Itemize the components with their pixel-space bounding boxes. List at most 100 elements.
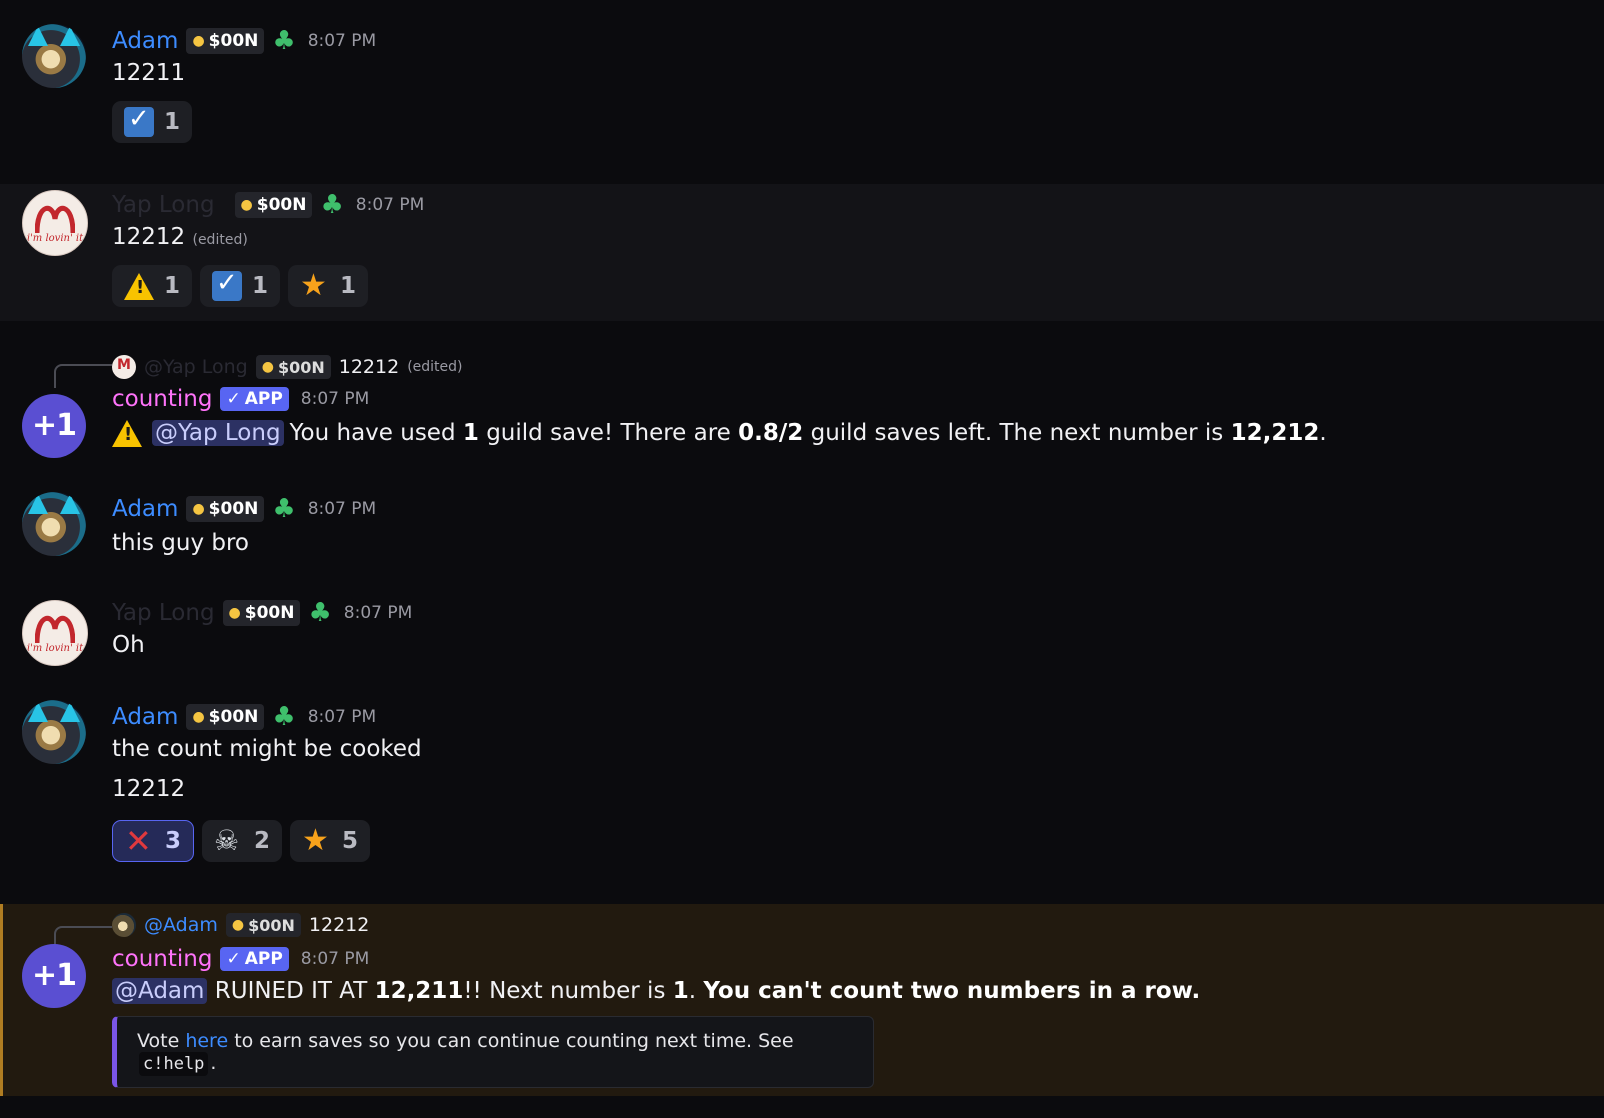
- reply-preview[interactable]: @Yap Long ●$00N 12212 (edited): [112, 354, 463, 380]
- author-name[interactable]: Adam: [112, 496, 178, 522]
- cat-icon: ●: [192, 501, 205, 517]
- warning-icon: [112, 418, 146, 448]
- text-b: !! Next number is: [463, 978, 673, 1004]
- reactions: 1 1 ★1: [112, 265, 369, 307]
- reactions: ✕ 3 ☠ 2 ★ 5: [112, 820, 371, 862]
- timestamp[interactable]: 8:07 PM: [308, 499, 377, 519]
- reply-avatar: [112, 355, 136, 379]
- reaction-warning[interactable]: 1: [112, 265, 193, 307]
- avatar-yap-long[interactable]: i'm lovin' it: [22, 190, 88, 256]
- reply-text: 12212: [338, 356, 400, 378]
- message-adam-3: Adam ● $00N ♣ 8:07 PM the count might be …: [0, 692, 1604, 872]
- reply-connector: [54, 364, 112, 388]
- message-text: the count might be cooked: [112, 736, 422, 762]
- clover-icon[interactable]: ♣: [320, 192, 343, 218]
- timestamp[interactable]: 8:07 PM: [308, 31, 377, 51]
- server-tag: ● $00N: [225, 913, 301, 937]
- bold-c: You can't count two numbers in a row.: [703, 978, 1201, 1004]
- cat-icon: ●: [240, 197, 253, 213]
- avatar-adam[interactable]: [22, 700, 86, 764]
- message-adam-2: Adam ● $00N ♣ 8:07 PM this guy bro: [0, 484, 1604, 580]
- app-badge: ✓ APP: [220, 387, 289, 411]
- author-name[interactable]: Yap Long: [112, 600, 215, 626]
- server-tag: ● $00N: [255, 355, 331, 379]
- message-text: 12212: [112, 224, 186, 250]
- message-text-row: @Yap Long You have used 1 guild save! Th…: [112, 418, 1327, 448]
- logo-caption-icon: i'm lovin' it: [26, 643, 84, 654]
- star-icon: ★: [302, 823, 329, 858]
- embed-middle: to earn saves so you can continue counti…: [228, 1030, 794, 1052]
- timestamp[interactable]: 8:07 PM: [308, 707, 377, 727]
- embed-suffix: .: [210, 1052, 217, 1074]
- clover-icon[interactable]: ♣: [272, 28, 295, 54]
- reaction-check[interactable]: 1: [200, 265, 281, 307]
- reply-author[interactable]: @Yap Long: [144, 356, 248, 378]
- timestamp[interactable]: 8:07 PM: [301, 389, 370, 409]
- bold-b: 1: [672, 978, 689, 1004]
- server-tag-label: $00N: [248, 915, 295, 935]
- text-d: .: [1319, 420, 1327, 446]
- message-adam-1: Adam ●$00N ♣ 8:07 PM 12211 1: [0, 0, 1604, 180]
- text-c: guild saves left. The next number is: [803, 420, 1231, 446]
- text-a: RUINED IT AT: [207, 978, 375, 1004]
- reaction-star[interactable]: ★ 5: [290, 820, 371, 862]
- clover-icon[interactable]: ♣: [272, 496, 295, 522]
- author-name[interactable]: counting: [112, 946, 212, 972]
- avatar-counting-bot[interactable]: +1: [22, 394, 86, 458]
- embed-card: Vote here to earn saves so you can conti…: [112, 1016, 874, 1088]
- reply-preview[interactable]: @Adam ● $00N 12212: [112, 912, 369, 938]
- timestamp[interactable]: 8:07 PM: [344, 603, 413, 623]
- avatar-adam[interactable]: [22, 24, 86, 88]
- reaction-cross[interactable]: ✕ 3: [112, 820, 195, 862]
- message-body: You have used 1 guild save! There are 0.…: [290, 420, 1327, 446]
- vote-link[interactable]: here: [185, 1030, 228, 1052]
- timestamp[interactable]: 8:07 PM: [301, 949, 370, 969]
- checkmark-icon: ✓: [226, 389, 241, 409]
- server-tag[interactable]: ● $00N: [186, 704, 265, 730]
- reaction-skull[interactable]: ☠ 2: [202, 820, 283, 862]
- message-text-row: 12212 (edited): [112, 224, 248, 250]
- message-header: Adam ● $00N ♣ 8:07 PM: [112, 702, 376, 732]
- message-counting-2: @Adam ● $00N 12212 +1 counting ✓ APP 8:07 …: [0, 904, 1604, 1096]
- message-yap-2: i'm lovin' it Yap Long ● $00N ♣ 8:07 PM O…: [0, 588, 1604, 684]
- author-name[interactable]: Adam: [112, 704, 178, 730]
- user-mention[interactable]: @Adam: [112, 978, 208, 1004]
- server-tag[interactable]: ● $00N: [186, 28, 265, 54]
- embed-text: Vote here to earn saves so you can conti…: [137, 1030, 873, 1076]
- avatar-yap-long[interactable]: i'm lovin' it: [22, 600, 88, 666]
- server-tag-label: $00N: [277, 357, 325, 377]
- server-tag-label: $00N: [256, 195, 307, 215]
- server-tag-label: $00N: [208, 31, 259, 51]
- reaction-star[interactable]: ★ 1: [288, 265, 369, 307]
- cat-icon: ●: [261, 359, 274, 375]
- avatar-adam[interactable]: [22, 492, 86, 556]
- server-tag[interactable]: ● $00N: [186, 496, 265, 522]
- reply-text: 12212: [308, 914, 370, 936]
- avatar-counting-bot[interactable]: +1: [22, 944, 86, 1008]
- message-text: 12212: [112, 776, 186, 802]
- clover-icon[interactable]: ♣: [308, 600, 331, 626]
- reaction-check[interactable]: 1: [112, 101, 193, 143]
- embed-prefix: Vote: [137, 1030, 186, 1052]
- server-tag[interactable]: ● $00N: [222, 600, 301, 626]
- server-tag[interactable]: ● $00N: [234, 192, 313, 218]
- user-mention[interactable]: @Yap Long: [152, 420, 284, 446]
- check-box-icon: [124, 104, 154, 137]
- clover-icon[interactable]: ♣: [272, 704, 295, 730]
- text-c: .: [688, 978, 704, 1004]
- message-text: 12211: [112, 60, 186, 86]
- bold-c: 12,212: [1230, 420, 1320, 446]
- reply-author[interactable]: @Adam: [144, 914, 218, 936]
- author-name[interactable]: Yap Long: [112, 192, 215, 218]
- reaction-count: 3: [165, 828, 182, 854]
- skull-icon: ☠: [214, 824, 240, 857]
- reactions: 1: [112, 101, 193, 143]
- inline-code: c!help: [139, 1052, 209, 1076]
- author-name[interactable]: counting: [112, 386, 212, 412]
- reaction-count: 5: [342, 828, 359, 854]
- app-badge-label: APP: [244, 389, 283, 409]
- message-header: Yap Long ● $00N ♣ 8:07 PM: [112, 598, 412, 628]
- author-name[interactable]: Adam: [112, 28, 178, 54]
- warning-icon: [124, 271, 154, 301]
- timestamp[interactable]: 8:07 PM: [356, 195, 425, 215]
